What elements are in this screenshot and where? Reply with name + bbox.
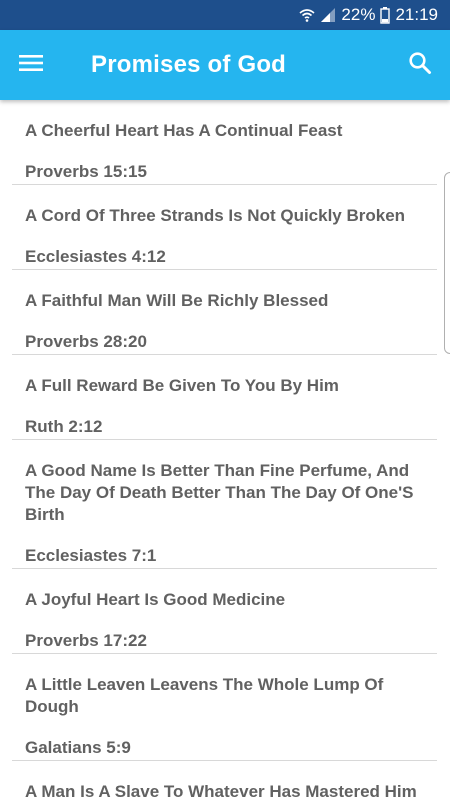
battery-percent: 22% xyxy=(341,5,376,24)
promise-reference: Proverbs 28:20 xyxy=(25,332,147,351)
promise-reference: Galatians 5:9 xyxy=(25,738,131,757)
menu-icon xyxy=(18,53,44,78)
list-item[interactable]: A Cord Of Three Strands Is Not Quickly B… xyxy=(12,185,437,270)
promise-title: A Little Leaven Leavens The Whole Lump O… xyxy=(25,675,384,716)
promise-title: A Man Is A Slave To Whatever Has Mastere… xyxy=(25,782,417,800)
promise-title: A Joyful Heart Is Good Medicine xyxy=(25,590,286,609)
page-title: Promises of God xyxy=(91,51,287,78)
list-item[interactable]: A Joyful Heart Is Good Medicine Proverbs… xyxy=(12,569,437,654)
search-icon xyxy=(408,51,432,80)
signal-icon xyxy=(320,7,336,23)
promise-reference: Ecclesiastes 7:1 xyxy=(25,546,157,565)
list-item[interactable]: A Little Leaven Leavens The Whole Lump O… xyxy=(12,654,437,761)
promise-title: A Faithful Man Will Be Richly Blessed xyxy=(25,291,329,310)
app-bar: Promises of God xyxy=(0,30,450,100)
promise-list[interactable]: A Cheerful Heart Has A Continual Feast P… xyxy=(0,100,450,800)
battery-icon xyxy=(380,6,391,24)
menu-button[interactable] xyxy=(1,30,61,100)
scrollbar-thumb[interactable] xyxy=(444,172,450,354)
wifi-icon xyxy=(299,7,315,23)
list-item[interactable]: A Man Is A Slave To Whatever Has Mastere… xyxy=(12,761,437,800)
promise-title: A Good Name Is Better Than Fine Perfume,… xyxy=(25,461,414,524)
clock: 21:19 xyxy=(395,5,438,24)
list-item[interactable]: A Good Name Is Better Than Fine Perfume,… xyxy=(12,440,437,569)
list-item[interactable]: A Faithful Man Will Be Richly Blessed Pr… xyxy=(12,270,437,355)
promise-title: A Cord Of Three Strands Is Not Quickly B… xyxy=(25,206,406,225)
promise-title: A Full Reward Be Given To You By Him xyxy=(25,376,339,395)
promise-title: A Cheerful Heart Has A Continual Feast xyxy=(25,121,343,140)
promise-reference: Proverbs 17:22 xyxy=(25,631,147,650)
list-item[interactable]: A Full Reward Be Given To You By Him Rut… xyxy=(12,355,437,440)
promise-reference: Ruth 2:12 xyxy=(25,417,103,436)
status-bar: 22% 21:19 xyxy=(0,0,450,30)
list-item[interactable]: A Cheerful Heart Has A Continual Feast P… xyxy=(12,100,437,185)
search-button[interactable] xyxy=(392,30,448,100)
promise-reference: Proverbs 15:15 xyxy=(25,162,147,181)
promise-reference: Ecclesiastes 4:12 xyxy=(25,247,166,266)
